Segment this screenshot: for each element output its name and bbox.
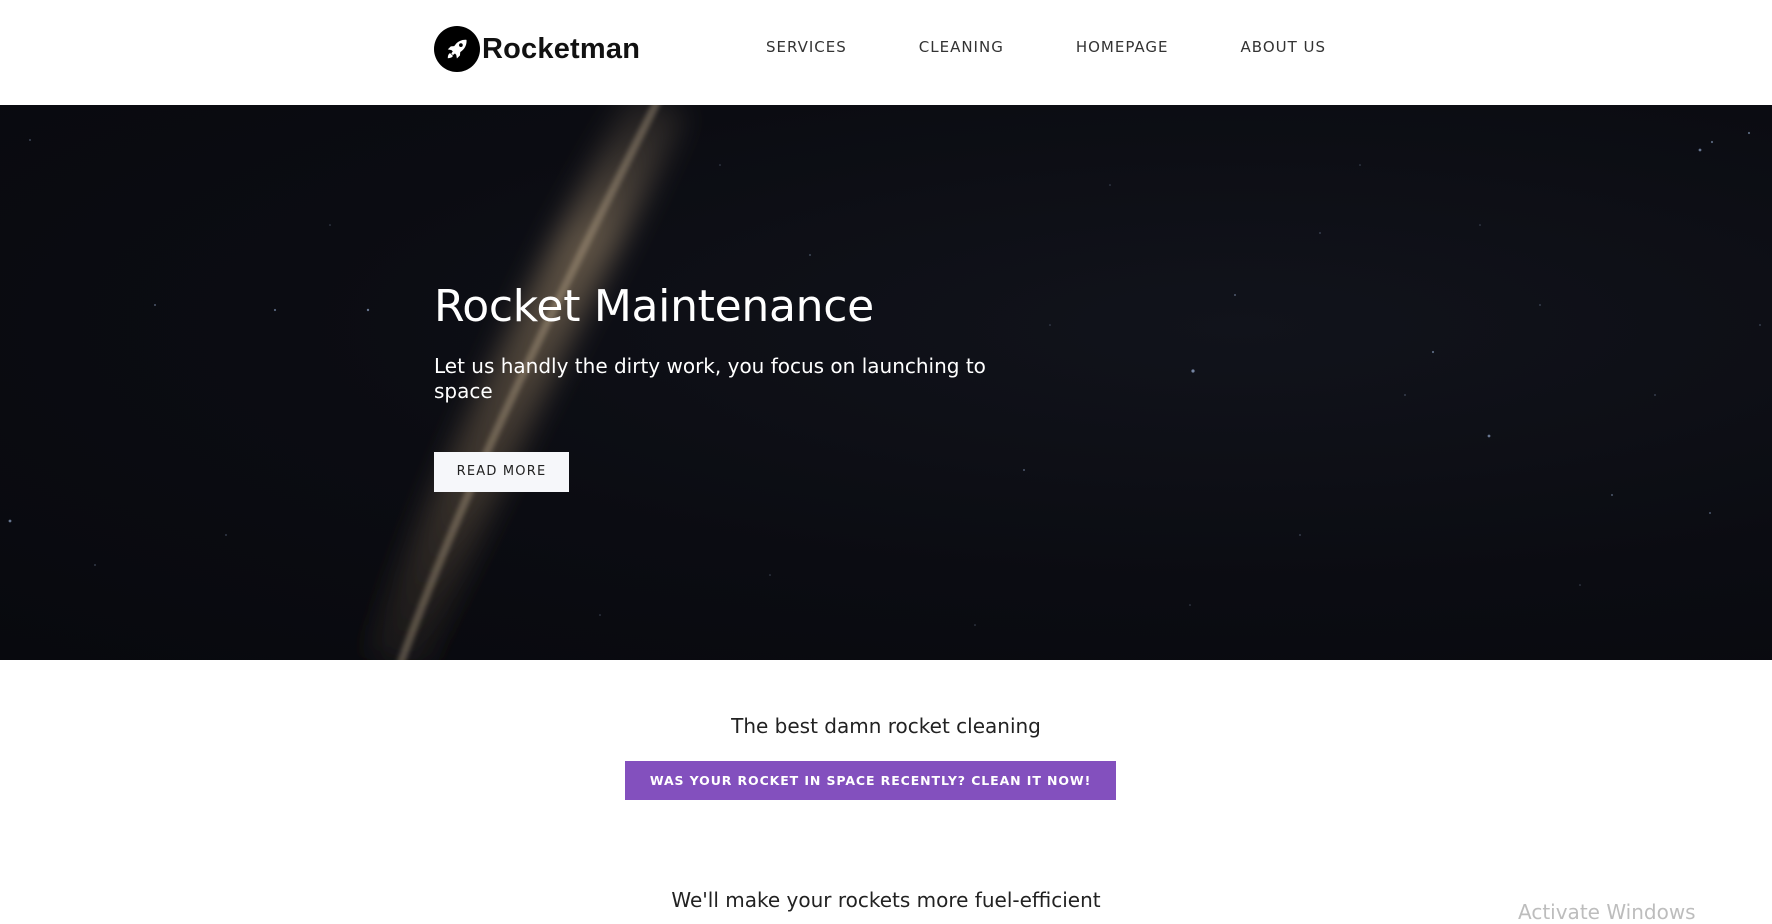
main-nav: SERVICES CLEANING HOMEPAGE ABOUT US xyxy=(766,38,1326,56)
tagline: The best damn rocket cleaning xyxy=(731,714,1041,738)
brand-name: Rocketman xyxy=(482,32,641,65)
nav-item-cleaning[interactable]: CLEANING xyxy=(919,38,1004,56)
clean-it-now-button[interactable]: WAS YOUR ROCKET IN SPACE RECENTLY? CLEAN… xyxy=(625,761,1116,800)
activate-windows-watermark: Activate Windows xyxy=(1518,900,1696,924)
nav-item-homepage[interactable]: HOMEPAGE xyxy=(1076,38,1169,56)
hero-section: Rocket Maintenance Let us handly the dir… xyxy=(0,105,1772,660)
rocket-icon xyxy=(434,26,480,72)
hero-title: Rocket Maintenance xyxy=(434,281,874,332)
hero-subtitle: Let us handly the dirty work, you focus … xyxy=(434,354,986,403)
nav-item-about-us[interactable]: ABOUT US xyxy=(1241,38,1327,56)
section-heading: We'll make your rockets more fuel-effici… xyxy=(671,888,1101,912)
site-header: Rocketman SERVICES CLEANING HOMEPAGE ABO… xyxy=(0,0,1772,105)
nav-item-services[interactable]: SERVICES xyxy=(766,38,847,56)
hero-content: Rocket Maintenance Let us handly the dir… xyxy=(434,280,1054,492)
brand-logo-link[interactable]: Rocketman xyxy=(434,26,640,72)
read-more-button[interactable]: READ MORE xyxy=(434,452,569,492)
